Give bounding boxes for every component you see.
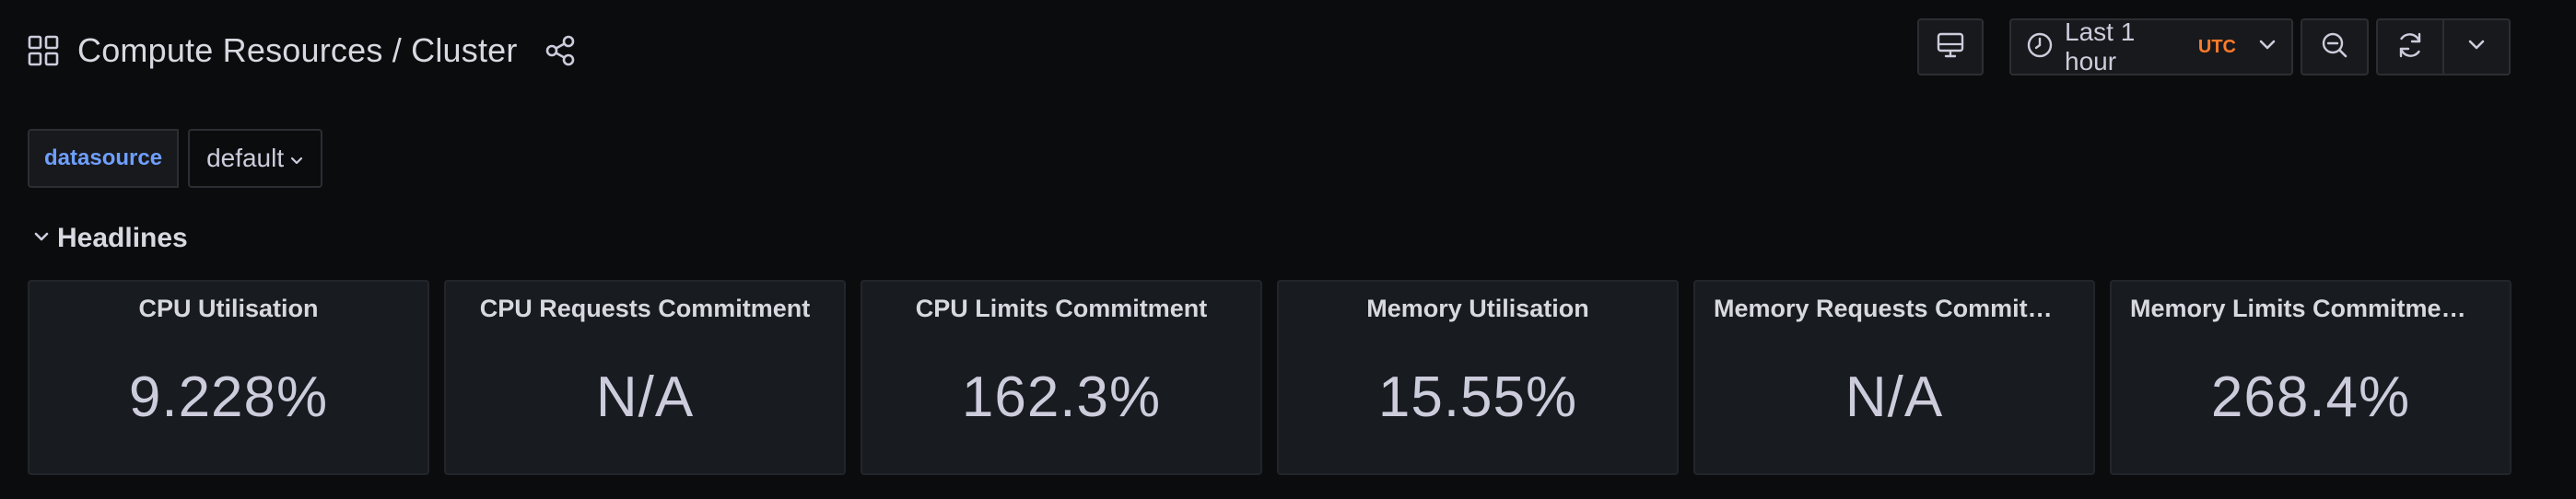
panel-title: Memory Utilisation — [1366, 295, 1589, 322]
row-title: Headlines — [57, 223, 188, 253]
panel-memory-utilisation[interactable]: Memory Utilisation 15.55% — [1277, 280, 1679, 475]
chevron-down-icon — [33, 230, 50, 248]
chevron-down-icon — [284, 144, 304, 173]
dashboard-page: Compute Resources / Cluster Last 1 hour … — [0, 0, 2576, 499]
panel-title: Memory Limits Commitme… — [2130, 295, 2466, 322]
tv-mode-icon — [1936, 30, 1965, 64]
panel-cpu-limits-commitment[interactable]: CPU Limits Commitment 162.3% — [861, 280, 1262, 475]
panel-value: 268.4% — [2210, 366, 2411, 429]
zoom-out-button[interactable] — [2301, 18, 2369, 75]
zoom-out-icon — [2320, 30, 2349, 64]
panel-value: N/A — [1844, 366, 1944, 429]
refresh-interval-menu[interactable] — [2442, 20, 2509, 74]
refresh-icon — [2395, 29, 2426, 65]
row-headlines[interactable]: Headlines — [33, 217, 188, 260]
panel-title: CPU Requests Commitment — [479, 295, 811, 322]
time-range-picker[interactable]: Last 1 hour UTC — [2009, 17, 2293, 75]
panel-title: CPU Limits Commitment — [915, 295, 1208, 322]
panel-title: Memory Requests Commit… — [1714, 295, 2053, 322]
datasource-variable-select[interactable]: default — [188, 129, 323, 188]
timezone-label: UTC — [2197, 36, 2236, 57]
panel-value: N/A — [595, 366, 695, 429]
refresh-button[interactable] — [2378, 20, 2442, 74]
panel-cpu-utilisation[interactable]: CPU Utilisation 9.228% — [28, 280, 429, 475]
chevron-down-icon — [2467, 39, 2486, 56]
template-variables: datasource default — [28, 129, 323, 188]
grid-icon[interactable] — [28, 35, 59, 66]
panel-memory-requests-commitment[interactable]: Memory Requests Commit… N/A — [1693, 280, 2095, 475]
panel-value: 162.3% — [961, 366, 1162, 429]
panel-value: 15.55% — [1377, 366, 1578, 429]
tv-mode-button[interactable] — [1917, 18, 1984, 75]
share-icon[interactable] — [544, 34, 577, 67]
title-group: Compute Resources / Cluster — [28, 18, 577, 83]
panel-value: 9.228% — [128, 366, 329, 429]
panel-memory-limits-commitment[interactable]: Memory Limits Commitme… 268.4% — [2110, 280, 2512, 475]
refresh-picker — [2376, 18, 2511, 75]
panel-title: CPU Utilisation — [138, 295, 319, 322]
datasource-selected-value: default — [206, 144, 285, 172]
panel-cpu-requests-commitment[interactable]: CPU Requests Commitment N/A — [444, 280, 846, 475]
datasource-variable-label: datasource — [28, 129, 180, 188]
chevron-down-icon — [2258, 39, 2277, 56]
clock-icon — [2026, 31, 2054, 64]
page-title[interactable]: Compute Resources / Cluster — [77, 31, 518, 70]
time-range-label: Last 1 hour — [2065, 17, 2136, 75]
dashboard-toolbar: Last 1 hour UTC — [1917, 17, 2511, 75]
